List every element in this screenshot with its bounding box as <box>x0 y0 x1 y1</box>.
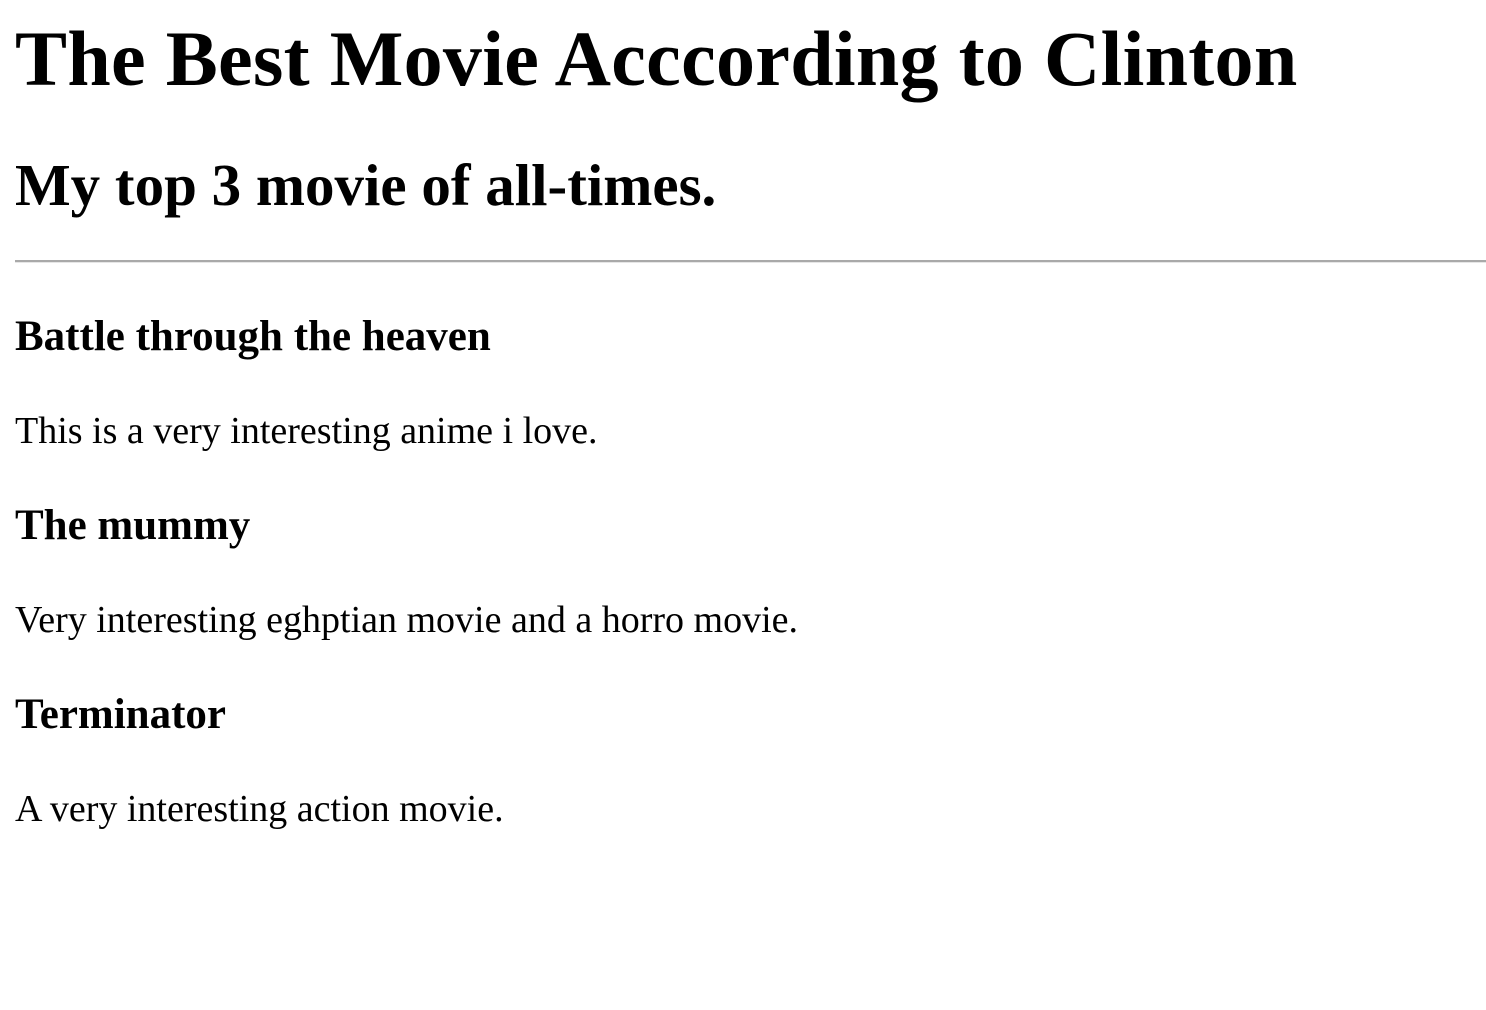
movie-entry: The mummy Very interesting eghptian movi… <box>15 501 1486 643</box>
movie-description: This is a very interesting anime i love. <box>15 409 598 452</box>
section-divider <box>15 259 1486 263</box>
movie-entry: Battle through the heaven This is a very… <box>15 312 1486 454</box>
movie-entry: Terminator A very interesting action mov… <box>15 690 1486 832</box>
movie-title: Battle through the heaven <box>15 312 491 360</box>
movie-description: Very interesting eghptian movie and a ho… <box>15 599 799 642</box>
movie-description: A very interesting action movie. <box>15 788 504 831</box>
page-content: The Best Movie Acccording to Clinton My … <box>0 14 1486 832</box>
page-title: The Best Movie Acccording to Clinton <box>15 15 1298 102</box>
page-subtitle: My top 3 movie of all-times. <box>15 151 717 218</box>
movie-title: The mummy <box>15 501 251 549</box>
movie-title: Terminator <box>15 690 226 738</box>
